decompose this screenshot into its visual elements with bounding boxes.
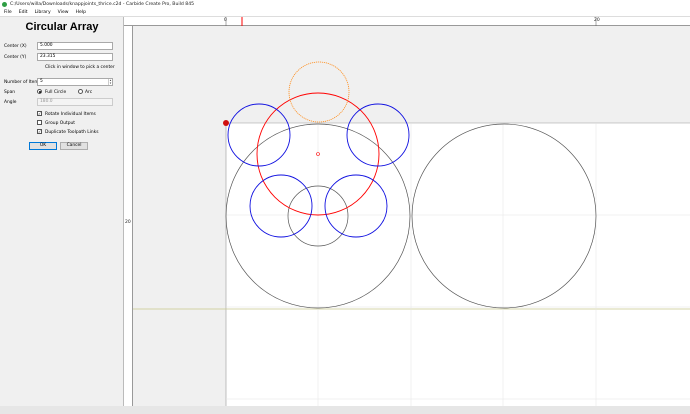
center-x-field[interactable]: 5.000 xyxy=(37,42,113,50)
stock-area xyxy=(226,123,690,406)
menu-edit[interactable]: Edit xyxy=(19,10,28,15)
status-bar xyxy=(0,406,690,414)
menu-bar: File Edit Library View Help xyxy=(0,9,690,17)
span-arc-radio[interactable] xyxy=(78,89,83,94)
num-items-stepper[interactable]: 5 ▴ ▾ xyxy=(37,78,113,86)
rotate-checkbox[interactable]: ✓ xyxy=(37,111,42,116)
window-title: C:/Users/willa/Downloads/knappjoints_thr… xyxy=(10,2,195,7)
panel-title: Circular Array xyxy=(25,21,99,33)
duplicate-links-label: Duplicate Toolpath Links xyxy=(45,130,99,135)
span-full-label: Full Circle xyxy=(45,90,67,95)
app-icon xyxy=(2,2,7,7)
preview-circle xyxy=(288,61,350,123)
menu-file[interactable]: File xyxy=(4,10,12,15)
origin-marker[interactable] xyxy=(223,120,229,126)
num-items-value: 5 xyxy=(40,79,43,84)
duplicate-links-checkbox[interactable]: ✓ xyxy=(37,129,42,134)
center-y-field[interactable]: 23.315 xyxy=(37,53,113,61)
ok-button[interactable]: OK xyxy=(29,142,57,150)
menu-library[interactable]: Library xyxy=(35,10,51,15)
spin-arrows-icon[interactable]: ▴ ▾ xyxy=(108,79,112,85)
angle-field: 180.0 xyxy=(37,98,113,106)
group-output-checkbox[interactable] xyxy=(37,120,42,125)
span-label: Span xyxy=(4,90,16,95)
menu-help[interactable]: Help xyxy=(76,10,86,15)
canvas-drawing xyxy=(133,17,690,406)
num-items-label: Number of Items xyxy=(4,80,41,85)
rotate-label: Rotate Individual Items xyxy=(45,112,96,117)
circular-array-panel: Circular Array Center (X) 5.000 Center (… xyxy=(0,17,124,406)
menu-view[interactable]: View xyxy=(58,10,69,15)
design-canvas[interactable]: 0 20 20 xyxy=(124,17,690,406)
span-arc-label: Arc xyxy=(85,90,93,95)
cancel-button[interactable]: Cancel xyxy=(60,142,88,150)
group-output-label: Group Output xyxy=(45,121,76,126)
span-full-radio[interactable] xyxy=(37,89,42,94)
angle-label: Angle xyxy=(4,100,17,105)
center-x-label: Center (X) xyxy=(4,44,27,49)
title-bar: C:/Users/willa/Downloads/knappjoints_thr… xyxy=(0,0,690,9)
pick-center-hint: Click in window to pick a center xyxy=(45,65,115,70)
center-y-label: Center (Y) xyxy=(4,55,27,60)
